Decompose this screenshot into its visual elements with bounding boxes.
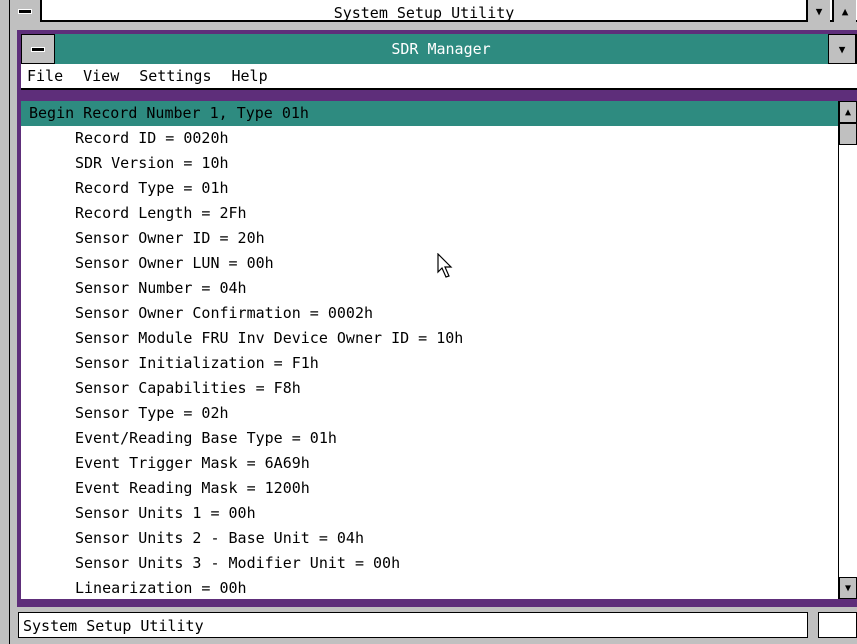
minimize-arrow-icon: ▼ [838,42,846,56]
record-header[interactable]: Begin Record Number 1, Type 01h [21,101,838,126]
menu-file[interactable]: File [27,67,63,85]
record-field[interactable]: SDR Version = 10h [21,151,838,176]
record-field[interactable]: Linearization = 00h [21,576,838,599]
menu-help[interactable]: Help [232,67,268,85]
system-menu-icon [19,9,31,13]
system-menu-icon [32,47,44,51]
status-panel [818,612,857,638]
arrow-up-icon: ▲ [844,106,852,118]
record-field[interactable]: Sensor Capabilities = F8h [21,376,838,401]
scroll-up-button[interactable]: ▲ [839,101,857,123]
sdr-window-title: SDR Manager [391,40,491,58]
outer-maximize-button[interactable]: ▲ [832,0,856,22]
record-field[interactable]: Sensor Type = 02h [21,401,838,426]
record-field[interactable]: Event Reading Mask = 1200h [21,476,838,501]
sdr-system-menu-button[interactable] [21,34,55,64]
record-field[interactable]: Sensor Units 3 - Modifier Unit = 00h [21,551,838,576]
record-field[interactable]: Event/Reading Base Type = 01h [21,426,838,451]
status-bar: System Setup Utility [10,607,857,644]
record-field[interactable]: Sensor Module FRU Inv Device Owner ID = … [21,326,838,351]
record-field[interactable]: Sensor Owner ID = 20h [21,226,838,251]
mouse-pointer-icon [437,253,453,278]
menu-view[interactable]: View [83,67,119,85]
record-field[interactable]: Record Length = 2Fh [21,201,838,226]
menu-settings[interactable]: Settings [139,67,211,85]
minimize-arrow-icon: ▼ [815,4,823,18]
scroll-down-button[interactable]: ▼ [839,577,857,599]
record-field[interactable]: Event Trigger Mask = 6A69h [21,451,838,476]
outer-window-frame [0,0,10,644]
record-field[interactable]: Record Type = 01h [21,176,838,201]
record-field[interactable]: Record ID = 0020h [21,126,838,151]
record-field[interactable]: Sensor Units 2 - Base Unit = 04h [21,526,838,551]
scroll-thumb[interactable] [839,123,857,145]
outer-window-title: System Setup Utility [333,4,515,22]
record-field[interactable]: Sensor Initialization = F1h [21,351,838,376]
record-lines: Begin Record Number 1, Type 01h Record I… [21,101,838,599]
status-text: System Setup Utility [18,612,808,638]
menu-bar: File View Settings Help [21,64,857,90]
sdr-minimize-button[interactable]: ▼ [828,34,856,64]
sdr-record-list[interactable]: Begin Record Number 1, Type 01h Record I… [21,101,838,599]
arrow-down-icon: ▼ [844,582,852,594]
maximize-arrow-icon: ▲ [841,4,849,18]
sdr-manager-window: SDR Manager ▼ ▲ File View Settings Help … [17,30,857,607]
record-field[interactable]: Sensor Owner LUN = 00h [21,251,838,276]
record-field[interactable]: Sensor Units 1 = 00h [21,501,838,526]
outer-window: System Setup Utility ▼ ▲ SDR Manager ▼ ▲… [0,0,857,644]
vertical-scrollbar[interactable]: ▲ ▼ [838,101,857,599]
outer-system-menu-button[interactable] [10,0,42,22]
record-field[interactable]: Sensor Owner Confirmation = 0002h [21,301,838,326]
outer-minimize-button[interactable]: ▼ [806,0,830,22]
record-field[interactable]: Sensor Number = 04h [21,276,838,301]
